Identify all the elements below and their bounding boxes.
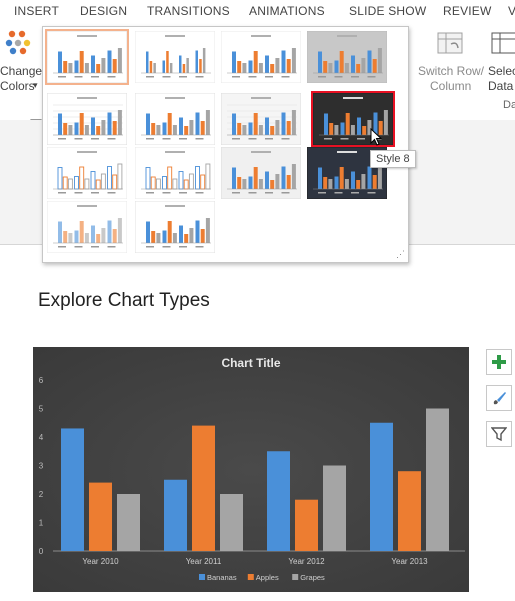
chart-style-option-6[interactable] (134, 92, 216, 146)
chart-styles-gallery: ⋰ (42, 26, 409, 263)
chart-area[interactable]: Chart Title 0 1 2 3 4 5 6 Year 2010 Year 2011 Year… (33, 347, 469, 592)
bar-bananas-3 (370, 422, 393, 551)
chart-style-option-5[interactable] (46, 92, 128, 146)
paintbrush-icon (493, 392, 506, 405)
legend-label-grapes: Grapes (300, 573, 325, 582)
chart-styles-button[interactable] (486, 385, 512, 411)
y-tick-label: 3 (39, 462, 44, 471)
x-tick-label: Year 2012 (288, 557, 325, 566)
tab-animations[interactable]: ANIMATIONS (249, 4, 325, 18)
slide-title[interactable]: Explore Chart Types (38, 290, 210, 312)
chart-style-option-2[interactable] (134, 30, 216, 84)
bar-grapes-3 (426, 408, 449, 551)
chart-style-preview (220, 146, 302, 200)
x-tick-label: Year 2013 (391, 557, 428, 566)
bar-grapes-0 (117, 494, 140, 551)
select-data-button[interactable]: Selec Data (488, 24, 515, 96)
chart-style-preview (220, 92, 302, 146)
chart-style-preview (46, 146, 128, 200)
chart-elements-button[interactable] (486, 349, 512, 375)
change-colors-label-2: Colors (0, 79, 35, 93)
chart-style-preview (134, 146, 216, 200)
legend-label-apples: Apples (256, 573, 279, 582)
select-data-label-2: Data (488, 79, 514, 93)
chart-style-option-7[interactable] (220, 92, 302, 146)
y-tick-label: 1 (39, 519, 44, 528)
chart-style-preview (46, 30, 128, 84)
bar-grapes-2 (323, 465, 346, 551)
chart-style-preview (46, 200, 128, 254)
plus-icon (492, 355, 506, 369)
tab-insert[interactable]: INSERT (14, 4, 59, 18)
filter-icon (491, 427, 507, 442)
bar-bananas-0 (61, 428, 84, 551)
chart-style-preview (134, 30, 216, 84)
chart-style-option-3[interactable] (220, 30, 302, 84)
chart-title: Chart Title (221, 356, 280, 370)
ribbon-tabs: INSERT DESIGN TRANSITIONS ANIMATIONS SLI… (0, 0, 515, 22)
y-tick-label: 6 (39, 376, 44, 385)
style-tooltip: Style 8 (370, 150, 416, 168)
chart-style-option-11[interactable] (220, 146, 302, 200)
switch-row-label-1: Switch Row/ (418, 64, 485, 78)
change-colors-button[interactable]: Change Colors ▾ (0, 24, 42, 96)
palette-icon (5, 30, 31, 55)
y-tick-label: 0 (39, 547, 44, 556)
bar-bananas-2 (267, 451, 290, 551)
chevron-down-icon: ▾ (33, 80, 38, 90)
legend-swatch-grapes (292, 574, 299, 580)
switch-row-column-icon (437, 32, 463, 54)
chart-svg: Chart Title 0 1 2 3 4 5 6 Year 2010 Year 2011 Year… (33, 347, 469, 592)
bar-grapes-1 (220, 494, 243, 551)
chart-style-option-13[interactable] (46, 200, 128, 254)
resize-grip-icon[interactable]: ⋰ (396, 249, 405, 260)
legend-swatch-apples (247, 574, 254, 580)
chart-style-option-14[interactable] (134, 200, 216, 254)
chart-style-option-9[interactable] (46, 146, 128, 200)
chart-style-option-4[interactable] (306, 30, 388, 84)
tab-view[interactable]: V (508, 4, 515, 18)
tab-transitions[interactable]: TRANSITIONS (147, 4, 230, 18)
select-data-icon (491, 32, 515, 54)
x-tick-label: Year 2010 (82, 557, 119, 566)
legend-label-bananas: Bananas (207, 573, 237, 582)
y-tick-label: 5 (39, 405, 44, 414)
chart-style-option-10[interactable] (134, 146, 216, 200)
bar-bananas-1 (164, 479, 187, 551)
chart-style-preview (46, 92, 128, 146)
chart-filters-button[interactable] (486, 421, 512, 447)
tab-slide-show[interactable]: SLIDE SHOW (349, 4, 426, 18)
select-data-label-1: Selec (488, 64, 515, 78)
chart-style-preview (220, 30, 302, 84)
chart-background (33, 347, 469, 592)
chart-style-preview (306, 30, 388, 84)
switch-row-column-button[interactable]: Switch Row/ Column (414, 24, 486, 96)
bar-apples-2 (295, 499, 318, 551)
x-tick-label: Year 2011 (186, 557, 222, 566)
legend-swatch-bananas (199, 574, 205, 580)
y-tick-label: 4 (39, 433, 44, 442)
tab-design[interactable]: DESIGN (80, 4, 127, 18)
y-tick-label: 2 (39, 490, 44, 499)
tab-review[interactable]: REVIEW (443, 4, 492, 18)
switch-row-label-2: Column (430, 79, 472, 93)
data-group-label: Da (503, 99, 515, 111)
chart-style-option-1[interactable] (45, 29, 129, 85)
chart-style-preview (134, 200, 216, 254)
change-colors-label-1: Change (0, 64, 43, 78)
mouse-pointer-icon (370, 128, 383, 146)
bar-apples-3 (398, 471, 421, 551)
bar-apples-0 (89, 482, 112, 551)
chart-style-preview (134, 92, 216, 146)
bar-apples-1 (192, 425, 215, 551)
